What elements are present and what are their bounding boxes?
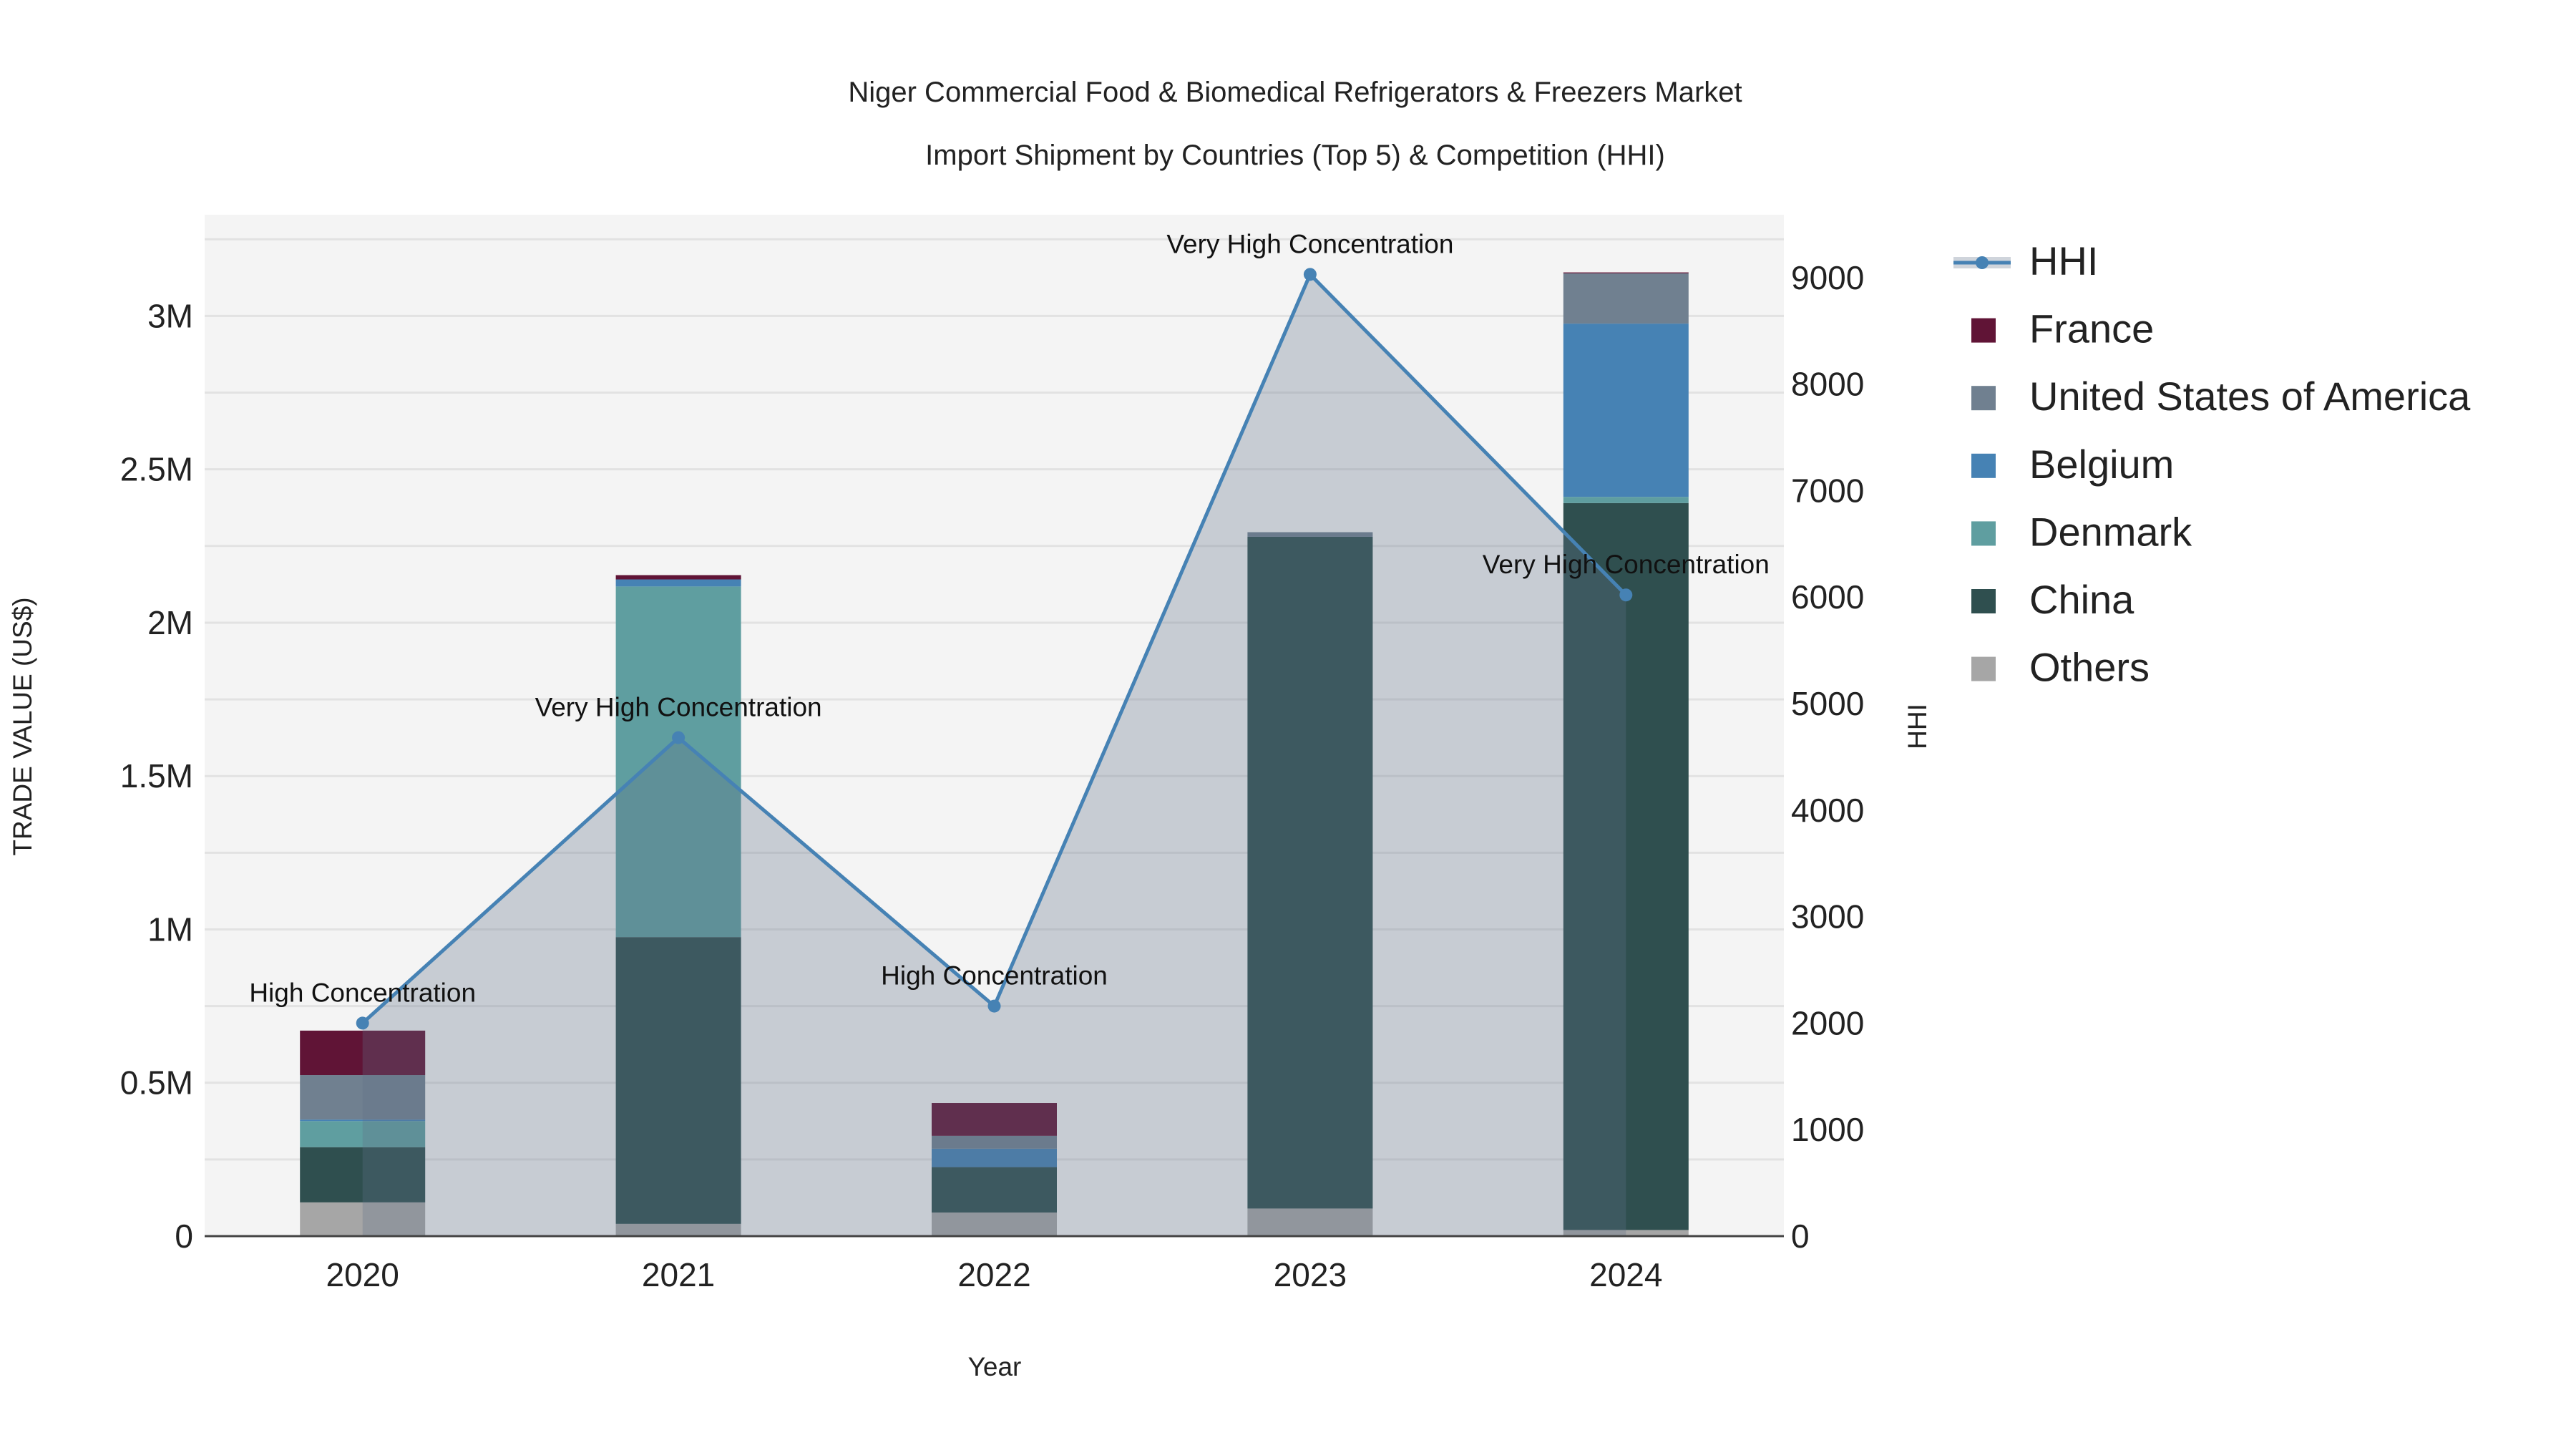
y-tick-label: 3M	[147, 297, 193, 334]
y2-tick-label: 1000	[1791, 1111, 1864, 1148]
bar-denmark-2024	[1563, 497, 1689, 503]
x-tick-label: 2024	[1589, 1256, 1662, 1293]
chart: Niger Commercial Food & Biomedical Refri…	[8, 77, 2471, 1381]
x-tick-label: 2022	[957, 1256, 1030, 1293]
legend-label: United States of America	[2029, 374, 2471, 419]
bar-belgium-2021	[615, 579, 741, 587]
x-axis-title: Year	[968, 1352, 1022, 1381]
x-tick-label: 2023	[1274, 1256, 1347, 1293]
x-tick-label: 2021	[642, 1256, 715, 1293]
y2-tick-label: 0	[1791, 1218, 1810, 1255]
y-axis-title: TRADE VALUE (US$)	[8, 597, 37, 855]
bar-france-2021	[615, 575, 741, 580]
hhi-annotation: High Concentration	[249, 978, 476, 1007]
legend-label: Denmark	[2029, 509, 2192, 554]
hhi-annotation: Very High Concentration	[1483, 550, 1770, 579]
legend-swatch	[1971, 453, 1996, 478]
bar-united-states-of-america-2024	[1563, 273, 1689, 324]
hhi-annotation: Very High Concentration	[1166, 229, 1453, 258]
hhi-point	[1303, 268, 1317, 281]
y2-tick-label: 4000	[1791, 792, 1864, 829]
y2-tick-label: 6000	[1791, 578, 1864, 616]
y2-tick-label: 7000	[1791, 472, 1864, 509]
legend-label: HHI	[2029, 238, 2098, 283]
hhi-annotation: High Concentration	[881, 961, 1108, 991]
legend-swatch	[1976, 256, 1989, 269]
hhi-point	[672, 731, 686, 744]
hhi-annotation: Very High Concentration	[535, 693, 822, 722]
y-axis-ticks: 0 0.5M 1M 1.5M 2M 2.5M 3M	[120, 297, 193, 1255]
legend-item-belgium[interactable]: Belgium	[1971, 442, 2174, 487]
y2-tick-label: 2000	[1791, 1004, 1864, 1041]
y-tick-label: 2M	[147, 604, 193, 641]
y2-axis-title: HHI	[1903, 704, 1932, 749]
legend-swatch	[1971, 386, 1996, 411]
y2-axis-ticks: 0 1000 2000 3000 4000 5000 6000 7000 8000 9000	[1791, 259, 1864, 1255]
legend-label: France	[2029, 306, 2154, 351]
hhi-point	[987, 999, 1001, 1013]
y2-tick-label: 8000	[1791, 366, 1864, 403]
hhi-point	[1619, 588, 1633, 602]
legend-item-china[interactable]: China	[1971, 577, 2135, 622]
hhi-point	[356, 1016, 369, 1030]
legend: HHI France United States of America Belgium…	[1953, 238, 2471, 690]
y-tick-label: 1.5M	[120, 757, 193, 794]
legend-item-others[interactable]: Others	[1971, 645, 2150, 690]
legend-label: Others	[2029, 645, 2150, 690]
x-tick-label: 2020	[326, 1256, 399, 1293]
legend-swatch	[1971, 589, 1996, 613]
y2-tick-label: 5000	[1791, 685, 1864, 722]
y-tick-label: 2.5M	[120, 451, 193, 488]
legend-item-hhi[interactable]: HHI	[1953, 238, 2098, 283]
chart-title-line1: Niger Commercial Food & Biomedical Refri…	[848, 77, 1742, 108]
legend-label: China	[2029, 577, 2135, 622]
y2-tick-label: 3000	[1791, 898, 1864, 936]
chart-title-line2: Import Shipment by Countries (Top 5) & C…	[925, 140, 1665, 171]
y2-tick-label: 9000	[1791, 259, 1864, 296]
y-tick-label: 1M	[147, 910, 193, 948]
legend-item-france[interactable]: France	[1971, 306, 2154, 351]
x-axis-ticks: 2020 2021 2022 2023 2024	[326, 1256, 1663, 1293]
legend-swatch	[1971, 656, 1996, 681]
legend-item-denmark[interactable]: Denmark	[1971, 509, 2192, 554]
legend-item-united-states-of-america[interactable]: United States of America	[1971, 374, 2471, 419]
y-tick-label: 0	[175, 1218, 193, 1255]
legend-swatch	[1971, 521, 1996, 546]
legend-swatch	[1971, 318, 1996, 343]
y-tick-label: 0.5M	[120, 1064, 193, 1102]
legend-label: Belgium	[2029, 442, 2174, 487]
bar-belgium-2024	[1563, 324, 1689, 497]
